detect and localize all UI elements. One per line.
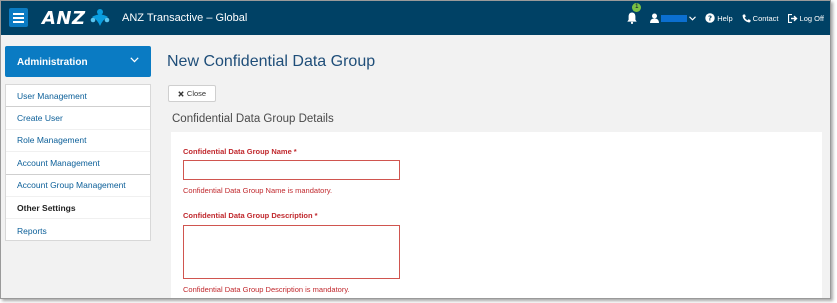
sidebar-section-toggle[interactable]: Administration [5,46,151,77]
phone-icon [742,13,751,22]
group-description-label: Confidential Data Group Description * [183,211,318,220]
top-bar: ANZ ANZ Transactive – Global 1 ? Help Co… [1,1,830,35]
sidebar-item-create-user[interactable]: Create User [6,107,150,130]
help-link[interactable]: ? Help [705,13,733,23]
close-label: Close [186,89,207,98]
logout-label: Log Off [799,13,824,23]
app-title: ANZ Transactive – Global [122,12,248,24]
close-button[interactable]: Close [168,85,216,102]
header-actions: 1 ? Help Contact Log Off [618,3,824,26]
page-title: New Confidential Data Group [167,53,376,70]
sidebar-item-reports[interactable]: Reports [6,219,150,241]
bell-icon [627,12,637,24]
menu-line [13,12,24,15]
chevron-down-icon [130,57,139,63]
user-menu-button[interactable] [650,13,697,23]
contact-link[interactable]: Contact [742,14,779,23]
logo-text: ANZ [42,7,86,29]
group-description-label-text: Confidential Data Group Description [183,211,313,220]
sidebar-item-account-management[interactable]: Account Management [6,152,150,175]
hamburger-menu-button[interactable] [9,8,28,27]
notification-count-badge: 1 [632,3,642,12]
group-name-label-text: Confidential Data Group Name [183,147,292,156]
help-label: Help [717,13,733,23]
sidebar-item-other-settings[interactable]: Other Settings [6,197,150,220]
contact-label: Contact [752,13,779,23]
sidebar-item-account-group-management[interactable]: Account Group Management [6,175,150,197]
sidebar-nav: User Management Create User Role Managem… [5,84,151,241]
section-title: Confidential Data Group Details [172,113,334,125]
anz-people-icon [90,9,109,26]
logout-link[interactable]: Log Off [787,13,824,23]
chevron-down-icon [689,15,697,21]
user-name-redacted [661,14,688,22]
details-card: Confidential Data Group Name * Confidenti… [171,132,822,298]
group-description-textarea[interactable] [183,225,400,279]
user-icon [650,13,660,23]
sidebar-section-title: Administration [17,57,88,68]
sidebar-item-user-management[interactable]: User Management [6,85,150,108]
required-mark: * [314,211,318,220]
close-icon [178,90,184,97]
anz-logo[interactable]: ANZ [42,7,111,29]
group-description-error: Confidential Data Group Description is m… [183,285,350,294]
app-window: ANZ ANZ Transactive – Global 1 ? Help Co… [0,0,831,299]
menu-line [13,16,24,19]
menu-line [13,20,24,23]
svg-text:?: ? [708,15,712,23]
group-name-label: Confidential Data Group Name * [183,147,297,156]
notifications-button[interactable]: 1 [627,3,642,25]
help-icon: ? [705,13,715,23]
group-name-error: Confidential Data Group Name is mandator… [183,186,333,195]
logout-icon [787,13,798,23]
required-mark: * [293,147,297,156]
sidebar-item-role-management[interactable]: Role Management [6,130,150,153]
group-name-input[interactable] [183,160,400,180]
